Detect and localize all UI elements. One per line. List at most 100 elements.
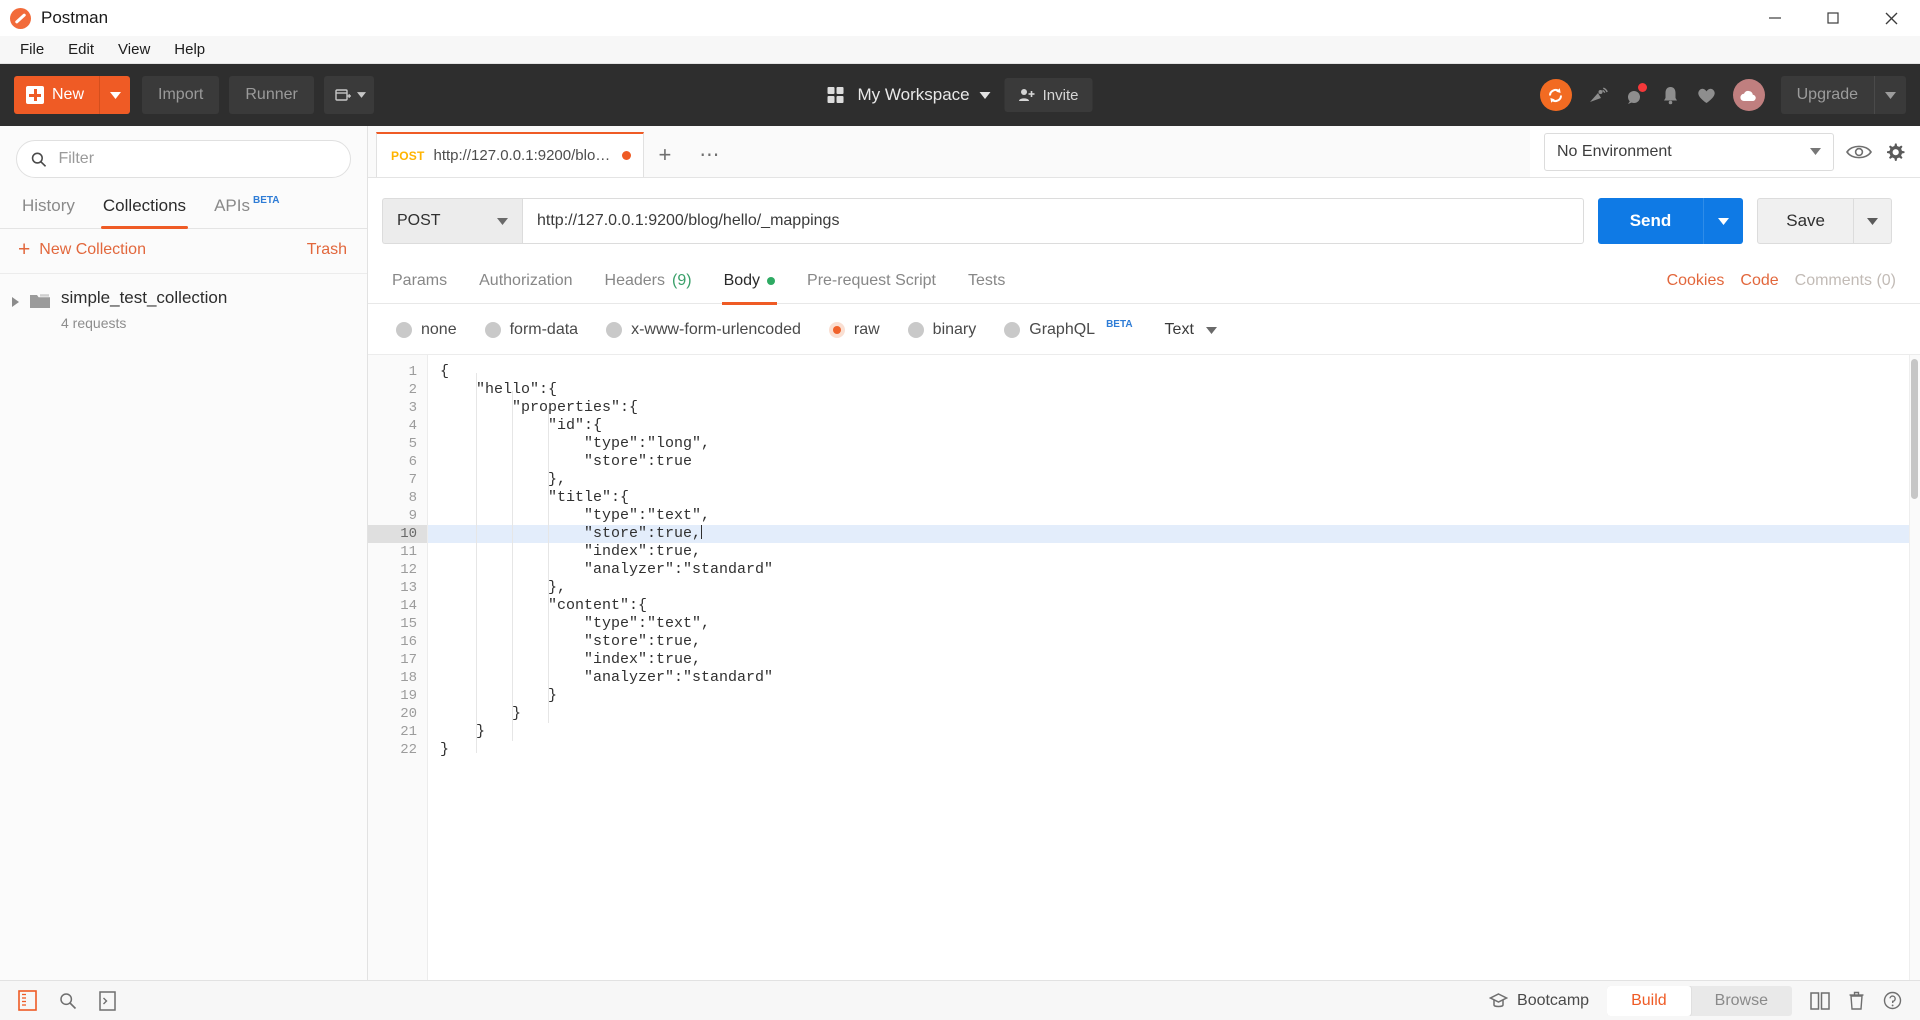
filter-box[interactable]: [16, 140, 351, 178]
body-type-graphql[interactable]: GraphQL BETA: [990, 319, 1146, 339]
eye-icon[interactable]: [1846, 143, 1872, 161]
body-type-raw[interactable]: raw: [815, 321, 894, 339]
body-type-binary[interactable]: binary: [894, 321, 991, 339]
editor-scrollbar-thumb[interactable]: [1911, 359, 1918, 499]
code-line[interactable]: },: [428, 579, 1920, 597]
line-number: 10: [368, 525, 427, 543]
code-line[interactable]: }: [428, 687, 1920, 705]
comments-link[interactable]: Comments (0): [1795, 272, 1896, 290]
maximize-button[interactable]: [1804, 0, 1862, 36]
code-line[interactable]: "content":{: [428, 597, 1920, 615]
sidebar-tab-apis[interactable]: APIs BETA: [200, 188, 293, 228]
code-line[interactable]: }: [428, 705, 1920, 723]
browse-segment[interactable]: Browse: [1691, 986, 1792, 1016]
code-line[interactable]: "properties":{: [428, 399, 1920, 417]
bootcamp-button[interactable]: Bootcamp: [1489, 992, 1589, 1010]
code-line[interactable]: "analyzer":"standard": [428, 561, 1920, 579]
code-line[interactable]: "id":{: [428, 417, 1920, 435]
status-bar-right: Bootcamp Build Browse: [1489, 985, 1902, 1016]
body-type-form-data[interactable]: form-data: [471, 321, 592, 339]
tab-headers[interactable]: Headers (9): [589, 258, 708, 304]
upgrade-button[interactable]: Upgrade: [1780, 76, 1906, 114]
code-line[interactable]: "analyzer":"standard": [428, 669, 1920, 687]
two-pane-icon[interactable]: [1810, 991, 1830, 1010]
url-input[interactable]: [522, 198, 1584, 244]
method-selector[interactable]: POST: [382, 198, 522, 244]
menu-edit[interactable]: Edit: [56, 38, 106, 61]
code-link[interactable]: Code: [1740, 272, 1778, 290]
runner-button[interactable]: Runner: [229, 76, 314, 114]
code-line[interactable]: "store":true: [428, 453, 1920, 471]
invite-button[interactable]: Invite: [1004, 78, 1093, 112]
tab-body[interactable]: Body: [708, 258, 791, 305]
trash-link[interactable]: Trash: [307, 241, 347, 259]
code-line[interactable]: {: [428, 363, 1920, 381]
chevron-right-icon[interactable]: [12, 297, 19, 307]
body-type-urlencoded[interactable]: x-www-form-urlencoded: [592, 321, 815, 339]
gear-icon[interactable]: [1884, 141, 1906, 163]
cookies-link[interactable]: Cookies: [1667, 272, 1725, 290]
tab-authorization[interactable]: Authorization: [463, 258, 588, 304]
code-line[interactable]: "type":"long",: [428, 435, 1920, 453]
upgrade-caret[interactable]: [1874, 76, 1906, 114]
close-button[interactable]: [1862, 0, 1920, 36]
code-line[interactable]: "type":"text",: [428, 507, 1920, 525]
code-line[interactable]: "index":true,: [428, 543, 1920, 561]
heart-icon[interactable]: [1696, 86, 1717, 105]
trash-icon[interactable]: [1848, 991, 1865, 1010]
environment-selector[interactable]: No Environment: [1544, 132, 1834, 171]
new-button-main[interactable]: New: [14, 76, 101, 114]
menu-file[interactable]: File: [8, 38, 56, 61]
new-button-caret[interactable]: [100, 76, 130, 114]
code-line[interactable]: "title":{: [428, 489, 1920, 507]
send-button[interactable]: Send: [1597, 198, 1704, 244]
new-button[interactable]: New: [14, 76, 131, 114]
code-line[interactable]: },: [428, 471, 1920, 489]
tab-params[interactable]: Params: [376, 258, 463, 304]
code-editor[interactable]: 1 2 3 4 5 6 7 8 9 10 11 12 13 14 15 16 17 18 19 20 21 22 { "h…: [368, 354, 1920, 980]
code-line[interactable]: "index":true,: [428, 651, 1920, 669]
search-input[interactable]: [58, 150, 336, 168]
tab-options-button[interactable]: ⋯: [685, 132, 734, 177]
body-type-none[interactable]: none: [382, 321, 471, 339]
line-number: 18: [400, 670, 417, 686]
new-window-button[interactable]: [323, 76, 374, 114]
save-options-button[interactable]: [1854, 198, 1892, 244]
sidebar-tab-collections[interactable]: Collections: [89, 188, 200, 229]
avatar[interactable]: [1732, 79, 1765, 111]
code-line[interactable]: "store":true,: [428, 633, 1920, 651]
editor-scrollbar-track[interactable]: [1909, 355, 1920, 980]
minimize-button[interactable]: [1746, 0, 1804, 36]
editor-code-area[interactable]: { "hello":{ "properties":{ "id":{ "type"…: [428, 355, 1920, 980]
help-icon[interactable]: [1883, 991, 1902, 1010]
console-icon[interactable]: [99, 990, 116, 1011]
new-tab-button[interactable]: +: [644, 132, 685, 177]
collection-item[interactable]: simple_test_collection 4 requests: [0, 274, 367, 341]
tab-tests[interactable]: Tests: [952, 258, 1021, 304]
sync-icon[interactable]: [1539, 79, 1572, 111]
save-button[interactable]: Save: [1757, 198, 1854, 244]
notification-icon[interactable]: [1625, 83, 1647, 105]
import-button[interactable]: Import: [142, 76, 220, 114]
request-tab[interactable]: POST http://127.0.0.1:9200/blog/hell...: [376, 132, 645, 177]
send-options-button[interactable]: [1703, 198, 1744, 244]
find-icon[interactable]: [59, 992, 77, 1010]
sidebar-toggle-icon[interactable]: [18, 990, 37, 1011]
new-collection-button[interactable]: + New Collection: [18, 239, 146, 260]
tab-pre-request-script[interactable]: Pre-request Script: [791, 258, 952, 304]
code-line[interactable]: }: [428, 723, 1920, 741]
code-line[interactable]: "hello":{: [428, 381, 1920, 399]
bell-icon[interactable]: [1661, 85, 1680, 105]
menu-view[interactable]: View: [106, 38, 162, 61]
line-number: 5: [408, 436, 417, 452]
code-line[interactable]: "store":true,: [428, 525, 1920, 543]
line-number: 16: [400, 634, 417, 650]
workspace-selector[interactable]: My Workspace: [858, 85, 991, 105]
sidebar-tab-history[interactable]: History: [8, 188, 89, 228]
menu-help[interactable]: Help: [162, 38, 217, 61]
body-format-selector[interactable]: Text: [1147, 321, 1227, 339]
code-line[interactable]: }: [428, 741, 1920, 759]
satellite-icon[interactable]: [1588, 85, 1609, 106]
code-line[interactable]: "type":"text",: [428, 615, 1920, 633]
build-segment[interactable]: Build: [1607, 985, 1691, 1016]
